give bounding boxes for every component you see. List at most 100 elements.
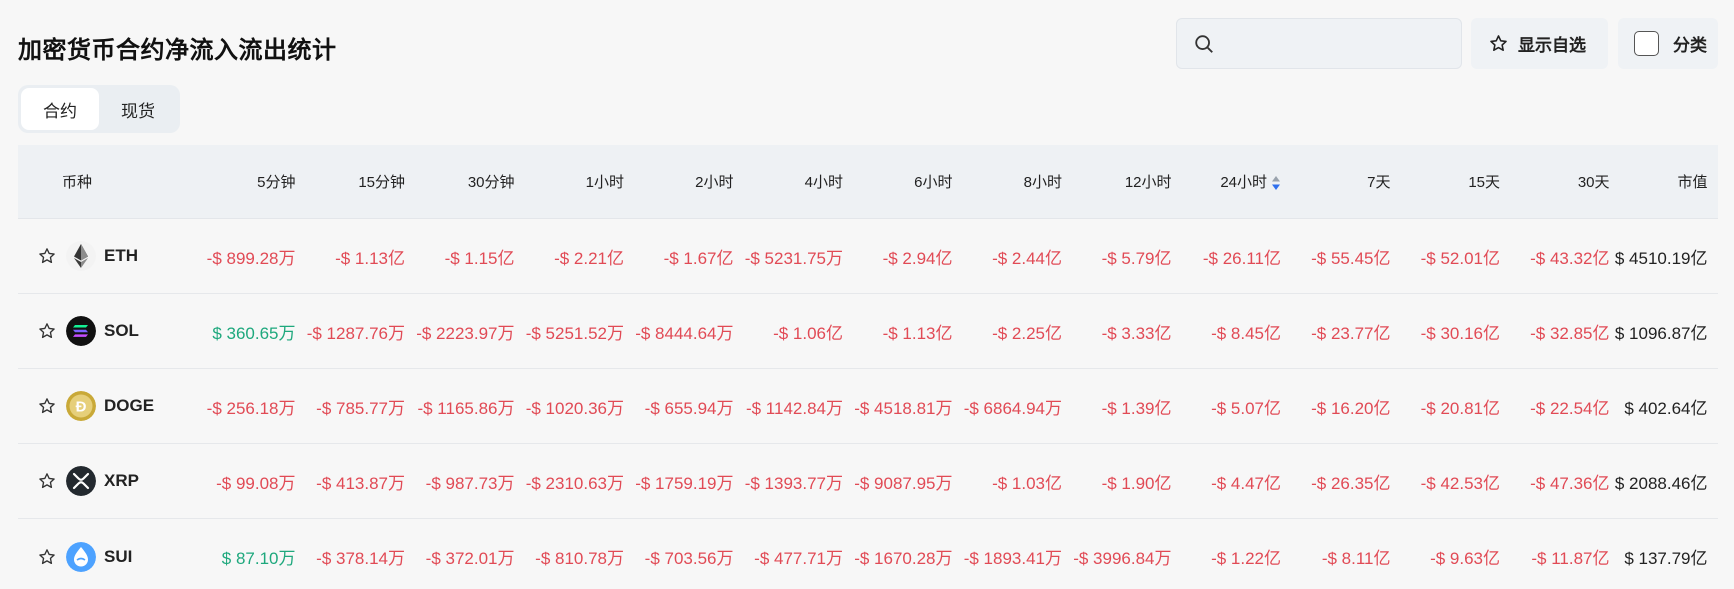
search-box[interactable] xyxy=(1176,18,1462,69)
column-header-label: 12小时 xyxy=(1124,174,1172,191)
table-header: 币种 5分钟 15分钟 30分钟 1小时 2小时 4小时 6小时 8小时 12小时 24小时 7天 15… xyxy=(18,145,1718,219)
netflow-cell: -$ 1.13亿 xyxy=(335,248,405,268)
netflow-cell: -$ 3.33亿 xyxy=(1101,323,1172,343)
coin-cell: Ð DOGE xyxy=(18,391,186,421)
table-row[interactable]: ETH -$ 899.28万 -$ 1.13亿 -$ 1.15亿 -$ 2.21亿 -$ … xyxy=(18,219,1718,294)
tab-contract[interactable]: 合约 xyxy=(21,88,99,130)
netflow-cell: -$ 1165.86万 xyxy=(417,398,515,418)
column-header[interactable]: 6小时 xyxy=(843,171,953,192)
sort-desc-icon[interactable] xyxy=(1271,175,1281,191)
netflow-cell: -$ 785.77万 xyxy=(316,398,405,418)
coin-cell: SOL xyxy=(18,316,186,346)
column-header-label: 6小时 xyxy=(914,174,953,191)
netflow-cell: -$ 52.01亿 xyxy=(1420,248,1500,268)
category-checkbox[interactable] xyxy=(1634,31,1659,56)
tab-spot[interactable]: 现货 xyxy=(99,88,177,130)
column-header[interactable]: 12小时 xyxy=(1062,171,1172,192)
netflow-cell: -$ 1020.36万 xyxy=(525,398,624,418)
column-header-label: 4小时 xyxy=(804,174,843,191)
favorite-star-icon[interactable] xyxy=(38,247,56,265)
netflow-cell: -$ 26.11亿 xyxy=(1202,248,1281,268)
coin-cell: ETH xyxy=(18,241,186,271)
table-body: ETH -$ 899.28万 -$ 1.13亿 -$ 1.15亿 -$ 2.21亿 -$ … xyxy=(18,219,1718,589)
netflow-cell: -$ 11.87亿 xyxy=(1531,549,1610,568)
netflow-cell: -$ 6864.94万 xyxy=(963,398,1062,418)
column-header-label: 2小时 xyxy=(695,174,734,191)
column-header[interactable]: 8小时 xyxy=(953,171,1062,192)
netflow-cell: -$ 26.35亿 xyxy=(1311,473,1391,493)
netflow-cell: -$ 1142.84万 xyxy=(745,398,843,418)
table-row[interactable]: XRP -$ 99.08万 -$ 413.87万 -$ 987.73万 -$ 2310.… xyxy=(18,444,1718,519)
netflow-cell: -$ 2310.63万 xyxy=(525,473,624,493)
favorite-star-icon[interactable] xyxy=(38,472,56,490)
column-header-label: 24小时 xyxy=(1220,174,1267,191)
netflow-cell: -$ 1.06亿 xyxy=(773,323,843,343)
column-header-coin[interactable]: 币种 xyxy=(18,171,186,192)
netflow-cell: -$ 1.03亿 xyxy=(992,473,1062,493)
coin-cell: SUI xyxy=(18,541,186,572)
column-header-label: 7天 xyxy=(1367,174,1391,191)
netflow-cell: -$ 20.81亿 xyxy=(1420,398,1500,418)
netflow-cell: -$ 22.54亿 xyxy=(1530,398,1610,418)
column-header-label: 30天 xyxy=(1577,174,1610,191)
netflow-cell: -$ 1287.76万 xyxy=(306,323,405,343)
column-header[interactable]: 30天 xyxy=(1500,171,1610,192)
column-header[interactable]: 4小时 xyxy=(734,171,843,192)
netflow-cell: -$ 23.77亿 xyxy=(1311,323,1391,343)
column-header[interactable]: 15天 xyxy=(1391,171,1500,192)
netflow-cell: -$ 1.39亿 xyxy=(1101,398,1172,418)
column-header[interactable]: 15分钟 xyxy=(296,171,405,192)
market-cap-cell: $ 4510.19亿 xyxy=(1614,248,1708,268)
coin-symbol: ETH xyxy=(104,246,138,265)
netflow-cell: -$ 1759.19万 xyxy=(635,473,734,493)
netflow-cell: -$ 899.28万 xyxy=(206,248,296,268)
market-cap-cell: $ 2088.46亿 xyxy=(1614,473,1708,493)
netflow-table: 币种 5分钟 15分钟 30分钟 1小时 2小时 4小时 6小时 8小时 12小时 24小时 7天 15… xyxy=(18,145,1718,589)
netflow-cell: -$ 5231.75万 xyxy=(744,248,843,268)
netflow-cell: -$ 5251.52万 xyxy=(525,323,624,343)
column-header[interactable]: 30分钟 xyxy=(405,171,515,192)
favorite-star-icon[interactable] xyxy=(38,548,56,566)
netflow-cell: -$ 1.15亿 xyxy=(444,248,515,268)
netflow-cell: -$ 30.16亿 xyxy=(1420,323,1500,343)
column-header-label: 币种 xyxy=(62,174,93,191)
column-header[interactable]: 1小时 xyxy=(515,171,624,192)
netflow-cell: -$ 5.07亿 xyxy=(1211,398,1281,418)
column-header[interactable]: 2小时 xyxy=(624,171,734,192)
favorite-star-icon[interactable] xyxy=(38,322,56,340)
eth-icon xyxy=(66,241,96,271)
netflow-cell: -$ 1.22亿 xyxy=(1211,549,1281,568)
show-favorites-label: 显示自选 xyxy=(1518,36,1586,55)
netflow-cell: -$ 4518.81万 xyxy=(854,398,953,418)
coin-symbol: SOL xyxy=(104,321,139,340)
table-row[interactable]: SUI $ 87.10万 -$ 378.14万 -$ 372.01万 -$ 810.78… xyxy=(18,519,1718,589)
svg-text:Ð: Ð xyxy=(76,399,87,416)
netflow-cell: -$ 372.01万 xyxy=(425,549,515,568)
netflow-cell: -$ 47.36亿 xyxy=(1530,473,1610,493)
column-header[interactable]: 24小时 xyxy=(1172,171,1282,192)
market-cap-cell: $ 402.64亿 xyxy=(1624,398,1708,418)
column-header[interactable]: 7天 xyxy=(1281,171,1391,192)
page-title: 加密货币合约净流入流出统计 xyxy=(18,37,337,64)
star-icon xyxy=(1490,35,1507,52)
show-favorites-button[interactable]: 显示自选 xyxy=(1471,18,1608,69)
netflow-cell: -$ 2.94亿 xyxy=(882,248,953,268)
netflow-cell: -$ 1893.41万 xyxy=(963,549,1062,568)
netflow-cell: -$ 43.32亿 xyxy=(1530,248,1610,268)
column-header[interactable]: 5分钟 xyxy=(186,171,296,192)
netflow-cell: $ 87.10万 xyxy=(221,549,296,568)
table-row[interactable]: Ð DOGE -$ 256.18万 -$ 785.77万 -$ 1165.86万 -$ 1… xyxy=(18,369,1718,444)
netflow-cell: -$ 4.47亿 xyxy=(1211,473,1281,493)
netflow-cell: -$ 1.67亿 xyxy=(663,248,734,268)
table-row[interactable]: SOL $ 360.65万 -$ 1287.76万 -$ 2223.97万 -$ 525… xyxy=(18,294,1718,369)
column-header-label: 5分钟 xyxy=(257,174,296,191)
netflow-cell: -$ 2.25亿 xyxy=(992,323,1062,343)
search-input[interactable] xyxy=(1225,29,1451,59)
netflow-cell: -$ 2223.97万 xyxy=(416,323,515,343)
favorite-star-icon[interactable] xyxy=(38,397,56,415)
netflow-cell: -$ 55.45亿 xyxy=(1311,248,1391,268)
column-header[interactable]: 市值 xyxy=(1610,171,1707,192)
coin-symbol: DOGE xyxy=(104,396,155,415)
category-toggle[interactable]: 分类 xyxy=(1618,18,1718,69)
netflow-cell: -$ 1.90亿 xyxy=(1101,473,1172,493)
